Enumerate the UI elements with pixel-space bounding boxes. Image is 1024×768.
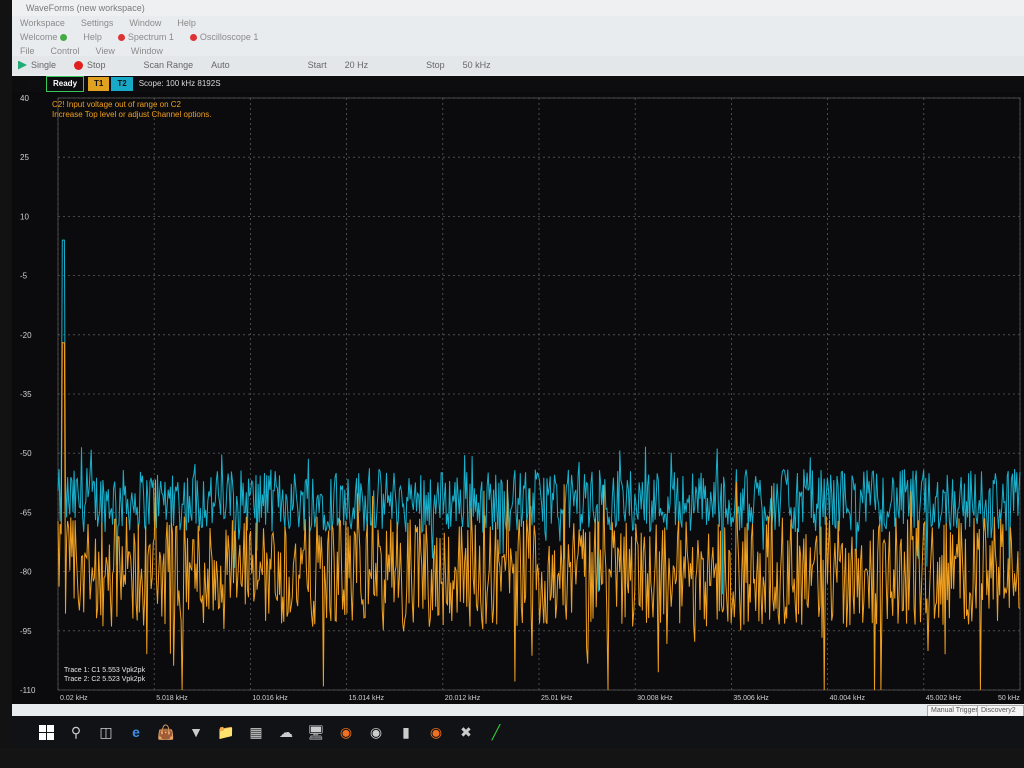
paint-icon[interactable]: ☁: [274, 720, 298, 744]
calculator-icon[interactable]: ▦: [244, 720, 268, 744]
trace-legend: Trace 1: C1 5.553 Vpk2pk Trace 2: C2 5.5…: [64, 666, 145, 684]
workspace-tabs: Welcome Help Spectrum 1 Oscilloscope 1: [12, 30, 1024, 44]
record-dot-icon: [189, 34, 197, 42]
range-warning: C2! Input voltage out of range on C2 Inc…: [52, 100, 212, 119]
monitor-bezel-left: [0, 0, 12, 768]
menu-help[interactable]: Help: [177, 18, 196, 28]
tab-oscilloscope[interactable]: Oscilloscope 1: [189, 32, 258, 42]
task-view-icon[interactable]: ◫: [94, 720, 118, 744]
scan-range-label: Scan Range: [143, 60, 194, 70]
tab-welcome[interactable]: Welcome: [20, 32, 68, 42]
toolbar: Single Stop Scan Range Auto Start 20 Hz …: [12, 56, 1024, 74]
file-explorer-icon[interactable]: 📁: [214, 720, 238, 744]
x-tick-label: 30.008 kHz: [637, 695, 673, 702]
submenu-window[interactable]: Window: [131, 46, 163, 56]
y-tick-label: 10: [20, 212, 29, 221]
y-tick-label: -65: [20, 508, 32, 517]
status-dot-icon: [60, 34, 68, 42]
trace1-tab[interactable]: T1: [88, 77, 110, 91]
stop-freq-input[interactable]: 50 kHz: [463, 60, 491, 70]
search-icon[interactable]: ⚲: [64, 720, 88, 744]
tab-spectrum[interactable]: Spectrum 1: [117, 32, 174, 42]
edge-browser-icon[interactable]: e: [124, 720, 148, 744]
y-tick-label: -50: [20, 449, 32, 458]
menu-window[interactable]: Window: [129, 18, 161, 28]
acquisition-status: Ready: [46, 76, 85, 92]
x-tick-label: 50 kHz: [998, 695, 1020, 702]
x-tick-label: 0.02 kHz: [60, 695, 88, 702]
y-tick-label: 40: [20, 94, 29, 103]
x-tick-label: 20.012 kHz: [445, 695, 481, 702]
x-tick-label: 35.006 kHz: [733, 695, 769, 702]
menu-bar: Workspace Settings Window Help: [12, 16, 1024, 30]
y-tick-label: -80: [20, 568, 32, 577]
spectrum-chart: 40 25 10 -5 -20 -35 -50 -65 -80 -95 -110 0.02 kHz 5.…: [20, 94, 1021, 702]
y-tick-label: -95: [20, 627, 32, 636]
app-icon[interactable]: ▼: [184, 720, 208, 744]
stop-freq-label: Stop: [426, 60, 445, 70]
waveforms-icon[interactable]: ╱: [484, 720, 508, 744]
firefox2-icon[interactable]: ◉: [424, 720, 448, 744]
monitor-bezel-bottom: [0, 748, 1024, 768]
y-axis-unit: dBV: [26, 80, 42, 89]
y-tick-label: -20: [20, 331, 32, 340]
x-tick-label: 40.004 kHz: [830, 695, 866, 702]
terminal-icon[interactable]: ▮: [394, 720, 418, 744]
app-window: WaveForms (new workspace) Workspace Sett…: [12, 0, 1024, 748]
scope-info: Scope: 100 kHz 8192S: [138, 79, 221, 88]
tab-help[interactable]: Help: [83, 32, 102, 42]
tools-icon[interactable]: ✖: [454, 720, 478, 744]
media-icon[interactable]: ◉: [364, 720, 388, 744]
record-dot-icon: [117, 34, 125, 42]
y-tick-label: -110: [20, 686, 36, 695]
y-tick-label: -5: [20, 272, 28, 281]
x-tick-label: 45.002 kHz: [926, 695, 962, 702]
stop-button[interactable]: Stop: [74, 60, 106, 70]
status-bar: Manual Trigger Discovery2 SN:210: [12, 704, 1024, 724]
window-title: WaveForms (new workspace): [12, 0, 1024, 16]
single-button[interactable]: Single: [18, 60, 56, 70]
menu-settings[interactable]: Settings: [81, 18, 114, 28]
y-tick-label: 25: [20, 153, 29, 162]
x-tick-label: 5.018 kHz: [156, 695, 188, 702]
network-icon[interactable]: 🖥: [304, 720, 328, 744]
windows-start-icon[interactable]: [34, 720, 58, 744]
trace2-tab[interactable]: T2: [111, 77, 133, 91]
run-icon: [18, 60, 27, 70]
scan-range-select[interactable]: Auto: [211, 60, 230, 70]
trace-status-row: Ready T1 T2 Scope: 100 kHz 8192S: [12, 76, 1024, 92]
trace1-legend: Trace 1: C1 5.553 Vpk2pk: [64, 667, 146, 674]
x-tick-label: 10.016 kHz: [252, 695, 288, 702]
stop-icon: [74, 60, 84, 70]
start-label: Start: [307, 60, 327, 70]
firefox-icon[interactable]: ◉: [334, 720, 358, 744]
trace2-legend: Trace 2: C2 5.523 Vpk2pk: [64, 676, 146, 683]
y-tick-label: -35: [20, 390, 32, 399]
submenu-file[interactable]: File: [20, 46, 35, 56]
x-tick-label: 15.014 kHz: [349, 695, 385, 702]
spectrum-plot[interactable]: dBV 40 25 10 -5 -20 -35 -50 -65 -80 -95 -110 0.02 k…: [12, 80, 1024, 704]
start-input[interactable]: 20 Hz: [345, 60, 369, 70]
store-icon[interactable]: 👜: [154, 720, 178, 744]
x-tick-label: 25.01 kHz: [541, 695, 573, 702]
submenu-control[interactable]: Control: [51, 46, 80, 56]
menu-workspace[interactable]: Workspace: [20, 18, 65, 28]
taskbar: ⚲ ◫ e 👜 ▼ 📁 ▦ ☁ 🖥 ◉ ◉ ▮ ◉ ✖ ╱: [12, 716, 1024, 748]
submenu-view[interactable]: View: [96, 46, 115, 56]
